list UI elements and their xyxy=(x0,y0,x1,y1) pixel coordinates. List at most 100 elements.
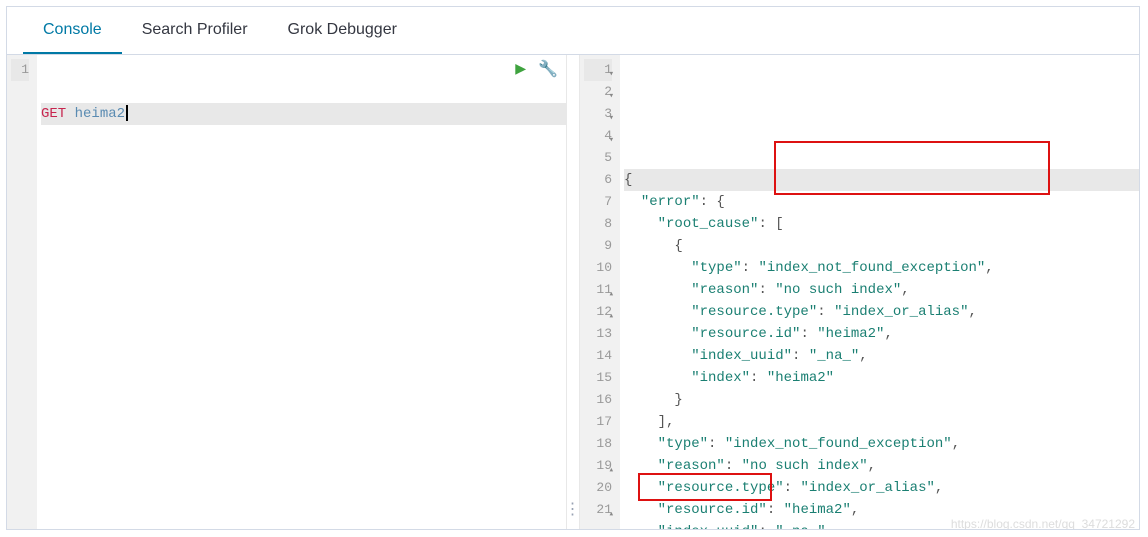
gutter-line: 6 xyxy=(584,169,612,191)
token-punc: : xyxy=(784,480,801,496)
gutter-line: 21▴ xyxy=(584,499,612,521)
gutter-line: 7 xyxy=(584,191,612,213)
token-punc: : xyxy=(792,348,809,364)
token-punc: : xyxy=(758,524,775,529)
token-str: "no such index" xyxy=(742,458,868,474)
response-line: "index": "heima2" xyxy=(624,367,1139,389)
token-key: "index_uuid" xyxy=(658,524,759,529)
token-punc: : xyxy=(708,436,725,452)
token-str: "index_not_found_exception" xyxy=(725,436,952,452)
token-key: "resource.id" xyxy=(691,326,800,342)
gutter-line: 19▴ xyxy=(584,455,612,477)
token-punc: , xyxy=(851,502,859,518)
gutter-line: 3▾ xyxy=(584,103,612,125)
token-key: "reason" xyxy=(691,282,758,298)
response-line: "error": { xyxy=(624,191,1139,213)
token-punc: : { xyxy=(700,194,725,210)
token-key: "index_uuid" xyxy=(691,348,792,364)
response-line: { xyxy=(624,235,1139,257)
tab-label: Console xyxy=(43,21,102,39)
gutter-line: 13 xyxy=(584,323,612,345)
tab-bar: Console Search Profiler Grok Debugger xyxy=(7,7,1139,55)
token-str: "index_or_alias" xyxy=(834,304,968,320)
request-editor[interactable]: 1 GET heima2 ▶ 🔧 xyxy=(7,55,566,529)
token-punc: , xyxy=(985,260,993,276)
token-punc: , xyxy=(935,480,943,496)
text-cursor xyxy=(126,105,128,121)
token-str: "no such index" xyxy=(775,282,901,298)
token-punc: , xyxy=(868,458,876,474)
response-line: "index_uuid": "_na_", xyxy=(624,345,1139,367)
token-key: "root_cause" xyxy=(658,216,759,232)
gutter-line: 12▴ xyxy=(584,301,612,323)
response-line: "index_uuid": "_na_", xyxy=(624,521,1139,529)
gutter-line: 11▴ xyxy=(584,279,612,301)
token-str: "index_not_found_exception" xyxy=(758,260,985,276)
token-str: "heima2" xyxy=(784,502,851,518)
token-key: "index" xyxy=(691,370,750,386)
request-gutter: 1 xyxy=(7,55,37,529)
response-code: { "error": { "root_cause": [ { "type": "… xyxy=(620,55,1139,529)
response-gutter: 1▾2▾3▾4▾567891011▴12▴13141516171819▴2021… xyxy=(580,55,620,529)
token-punc: } xyxy=(674,392,682,408)
pane-splitter[interactable]: ⋮ xyxy=(566,55,580,529)
gutter-line: 20 xyxy=(584,477,612,499)
token-punc: : xyxy=(742,260,759,276)
response-line: ], xyxy=(624,411,1139,433)
gutter-line: 16 xyxy=(584,389,612,411)
gutter-line: 14 xyxy=(584,345,612,367)
tab-console[interactable]: Console xyxy=(23,7,122,54)
response-line: "root_cause": [ xyxy=(624,213,1139,235)
token-punc: { xyxy=(674,238,682,254)
token-key: "type" xyxy=(658,436,708,452)
app-frame: Console Search Profiler Grok Debugger 1 … xyxy=(6,6,1140,530)
gutter-line: 9 xyxy=(584,235,612,257)
token-key: "resource.id" xyxy=(658,502,767,518)
token-punc: , xyxy=(952,436,960,452)
request-actions: ▶ 🔧 xyxy=(515,59,558,81)
gutter-line: 17 xyxy=(584,411,612,433)
gutter-line: 1▾ xyxy=(584,59,612,81)
token-str: "index_or_alias" xyxy=(800,480,934,496)
token-punc: { xyxy=(624,172,632,188)
response-line: "type": "index_not_found_exception", xyxy=(624,433,1139,455)
token-punc: , xyxy=(859,348,867,364)
token-str: "_na_" xyxy=(809,348,859,364)
run-icon[interactable]: ▶ xyxy=(515,59,526,81)
gutter-line: 15 xyxy=(584,367,612,389)
request-line: GET heima2 xyxy=(41,103,566,125)
response-line: "resource.id": "heima2", xyxy=(624,499,1139,521)
token-key: "resource.type" xyxy=(691,304,817,320)
token-punc: : xyxy=(800,326,817,342)
token-punc: : xyxy=(750,370,767,386)
fold-icon[interactable]: ▴ xyxy=(609,503,614,525)
response-line: "reason": "no such index", xyxy=(624,279,1139,301)
response-line: } xyxy=(624,389,1139,411)
token-str: "heima2" xyxy=(817,326,884,342)
tab-grok-debugger[interactable]: Grok Debugger xyxy=(268,7,417,54)
token-key: "reason" xyxy=(658,458,725,474)
request-code[interactable]: GET heima2 ▶ 🔧 xyxy=(37,55,566,529)
response-line: { xyxy=(624,169,1139,191)
response-viewer[interactable]: 1▾2▾3▾4▾567891011▴12▴13141516171819▴2021… xyxy=(580,55,1139,529)
split-panes: 1 GET heima2 ▶ 🔧 ⋮ 1▾2▾3▾4▾567891011▴12▴… xyxy=(7,55,1139,529)
gutter-line: 4▾ xyxy=(584,125,612,147)
token-punc: : xyxy=(725,458,742,474)
gutter-line: 1 xyxy=(11,59,29,81)
gutter-line: 18 xyxy=(584,433,612,455)
splitter-grip-icon: ⋮ xyxy=(565,499,582,519)
gutter-line: 5 xyxy=(584,147,612,169)
gutter-line: 8 xyxy=(584,213,612,235)
token-punc: : xyxy=(767,502,784,518)
token-key: "error" xyxy=(641,194,700,210)
token-punc: , xyxy=(884,326,892,342)
request-method: GET xyxy=(41,106,66,122)
token-punc: : xyxy=(758,282,775,298)
token-punc: : [ xyxy=(758,216,783,232)
token-key: "resource.type" xyxy=(658,480,784,496)
tab-search-profiler[interactable]: Search Profiler xyxy=(122,7,268,54)
gutter-line: 2▾ xyxy=(584,81,612,103)
gutter-line: 10 xyxy=(584,257,612,279)
token-punc: , xyxy=(968,304,976,320)
wrench-icon[interactable]: 🔧 xyxy=(538,59,558,81)
